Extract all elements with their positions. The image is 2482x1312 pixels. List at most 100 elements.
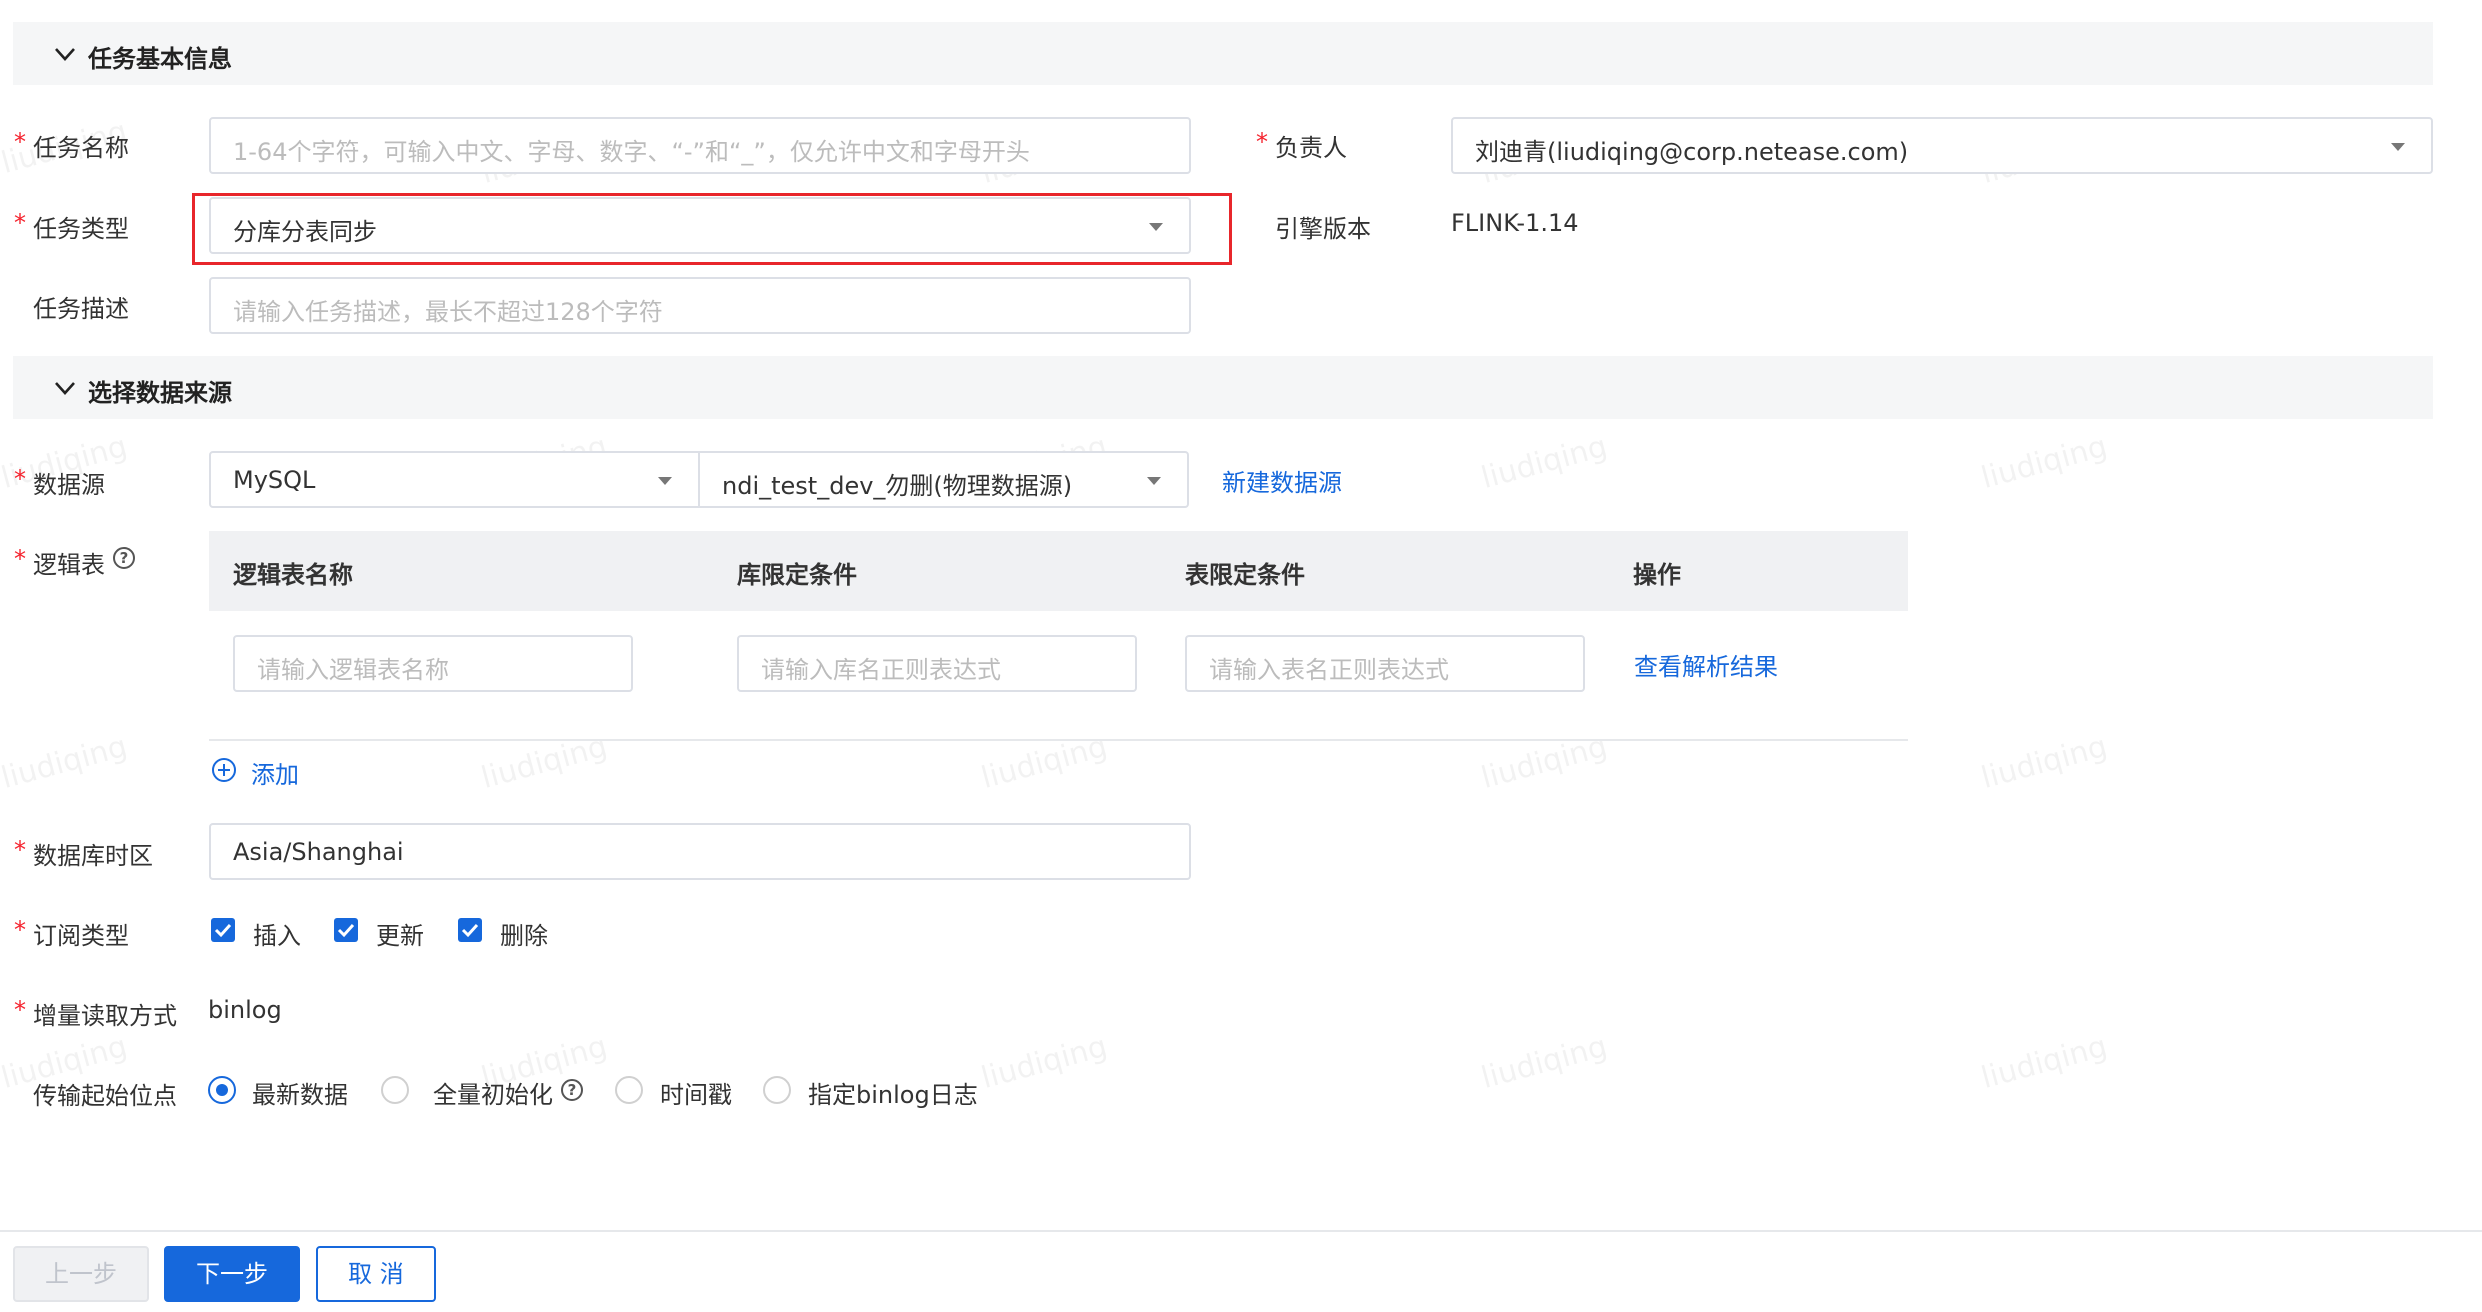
checkbox-checked-icon — [211, 918, 235, 942]
watermark-text: liudiqing — [1977, 428, 2111, 497]
logic-table-label: * 逻辑表 — [14, 545, 105, 580]
radio-selected-icon — [208, 1076, 236, 1104]
help-icon[interactable]: ? — [561, 1079, 583, 1101]
radio-full-init[interactable]: 全量初始化 — [381, 1075, 581, 1109]
footer-bar: 上一步 下一步 取 消 — [0, 1230, 2482, 1312]
caret-down-icon — [2391, 143, 2405, 151]
required-mark: * — [14, 128, 26, 156]
watermark-text: liudiqing — [1977, 1028, 2111, 1097]
chevron-down-icon — [55, 48, 75, 61]
datasource-type-select[interactable]: MySQL — [209, 451, 700, 508]
datasource-value: ndi_test_dev_勿删(物理数据源) — [722, 472, 1073, 500]
engine-version-value: FLINK-1.14 — [1451, 209, 1579, 237]
new-datasource-link[interactable]: 新建数据源 — [1222, 463, 1342, 498]
column-header: 逻辑表名称 — [233, 561, 353, 589]
timezone-label: * 数据库时区 — [14, 836, 153, 871]
radio-unselected-icon — [381, 1076, 409, 1104]
label-text: 数据源 — [33, 471, 105, 499]
task-desc-placeholder: 请输入任务描述，最长不超过128个字符 — [233, 298, 663, 326]
placeholder-text: 请输入表名正则表达式 — [1209, 656, 1449, 684]
task-type-label: * 任务类型 — [14, 209, 129, 244]
logic-table-name-input[interactable]: 请输入逻辑表名称 — [233, 635, 633, 692]
help-icon[interactable]: ? — [113, 547, 135, 569]
placeholder-text: 请输入库名正则表达式 — [761, 656, 1001, 684]
radio-label: 最新数据 — [252, 1081, 348, 1109]
incremental-label: * 增量读取方式 — [14, 996, 177, 1031]
datasource-select[interactable]: ndi_test_dev_勿删(物理数据源) — [698, 451, 1189, 508]
logic-table-header: 逻辑表名称 库限定条件 表限定条件 操作 — [209, 531, 1908, 611]
timezone-value: Asia/Shanghai — [233, 838, 404, 866]
radio-label: 指定binlog日志 — [808, 1081, 978, 1109]
column-header: 库限定条件 — [737, 561, 857, 589]
plus-circle-icon — [212, 758, 236, 782]
label-text: 任务类型 — [33, 215, 129, 243]
required-mark: * — [14, 836, 26, 864]
prev-step-button[interactable]: 上一步 — [13, 1246, 149, 1302]
label-text: 订阅类型 — [33, 922, 129, 950]
required-mark: * — [14, 465, 26, 493]
column-header: 表限定条件 — [1185, 561, 1305, 589]
required-mark: * — [14, 996, 26, 1024]
owner-label: * 负责人 — [1256, 128, 1347, 163]
task-desc-input[interactable]: 请输入任务描述，最长不超过128个字符 — [209, 277, 1191, 334]
column-header: 操作 — [1633, 561, 1681, 589]
radio-latest[interactable]: 最新数据 — [208, 1075, 368, 1109]
table-row: 请输入逻辑表名称 请输入库名正则表达式 请输入表名正则表达式 查看解析结果 — [209, 611, 1908, 741]
label-text: 逻辑表 — [33, 551, 105, 579]
start-position-label: 传输起始位点 — [33, 1082, 177, 1110]
label-text: 增量读取方式 — [33, 1002, 177, 1030]
watermark-text: liudiqing — [1477, 1028, 1611, 1097]
checkbox-insert[interactable]: 插入 — [211, 918, 331, 950]
checkbox-checked-icon — [458, 918, 482, 942]
chevron-down-icon — [55, 382, 75, 395]
view-parse-result-link[interactable]: 查看解析结果 — [1634, 647, 1778, 682]
datasource-label: * 数据源 — [14, 465, 105, 500]
radio-label: 时间戳 — [660, 1081, 732, 1109]
task-name-placeholder: 1-64个字符，可输入中文、字母、数字、“-”和“_”，仅允许中文和字母开头 — [233, 138, 1030, 166]
db-regex-input[interactable]: 请输入库名正则表达式 — [737, 635, 1137, 692]
cancel-button[interactable]: 取 消 — [316, 1246, 436, 1302]
radio-binlog[interactable]: 指定binlog日志 — [763, 1075, 993, 1109]
checkbox-label: 插入 — [253, 922, 301, 950]
watermark-text: liudiqing — [1977, 728, 2111, 797]
timezone-input[interactable]: Asia/Shanghai — [209, 823, 1191, 880]
required-mark: * — [14, 209, 26, 237]
watermark-text: liudiqing — [977, 1028, 1111, 1097]
label-text: 负责人 — [1275, 134, 1347, 162]
checkbox-delete[interactable]: 删除 — [458, 918, 578, 950]
task-name-input[interactable]: 1-64个字符，可输入中文、字母、数字、“-”和“_”，仅允许中文和字母开头 — [209, 117, 1191, 174]
required-mark: * — [1256, 128, 1268, 156]
required-mark: * — [14, 545, 26, 573]
label-text: 任务名称 — [33, 134, 129, 162]
section-title: 选择数据来源 — [88, 379, 232, 407]
checkbox-label: 更新 — [376, 922, 424, 950]
caret-down-icon — [658, 477, 672, 485]
checkbox-checked-icon — [334, 918, 358, 942]
datasource-type-value: MySQL — [233, 466, 316, 494]
placeholder-text: 请输入逻辑表名称 — [257, 656, 449, 684]
subscribe-type-label: * 订阅类型 — [14, 916, 129, 951]
owner-select[interactable]: 刘迪青(liudiqing@corp.netease.com) — [1451, 117, 2433, 174]
task-name-label: * 任务名称 — [14, 128, 129, 163]
radio-unselected-icon — [615, 1076, 643, 1104]
section-title: 任务基本信息 — [88, 45, 232, 73]
watermark-text: liudiqing — [0, 728, 131, 797]
task-desc-label: 任务描述 — [33, 295, 129, 323]
add-row-label: 添加 — [251, 761, 299, 789]
table-regex-input[interactable]: 请输入表名正则表达式 — [1185, 635, 1585, 692]
required-mark: * — [14, 916, 26, 944]
radio-label: 全量初始化 — [433, 1081, 553, 1109]
section-header-basic-info[interactable]: 任务基本信息 — [13, 22, 2433, 85]
radio-timestamp[interactable]: 时间戳 — [615, 1075, 755, 1109]
checkbox-label: 删除 — [500, 922, 548, 950]
engine-version-label: 引擎版本 — [1275, 215, 1371, 243]
checkbox-update[interactable]: 更新 — [334, 918, 454, 950]
owner-value: 刘迪青(liudiqing@corp.netease.com) — [1475, 138, 1909, 166]
highlight-box — [192, 193, 1232, 265]
next-step-button[interactable]: 下一步 — [164, 1246, 300, 1302]
caret-down-icon — [1147, 477, 1161, 485]
section-header-data-source[interactable]: 选择数据来源 — [13, 356, 2433, 419]
radio-unselected-icon — [763, 1076, 791, 1104]
watermark-text: liudiqing — [1477, 428, 1611, 497]
incremental-value: binlog — [208, 996, 282, 1024]
